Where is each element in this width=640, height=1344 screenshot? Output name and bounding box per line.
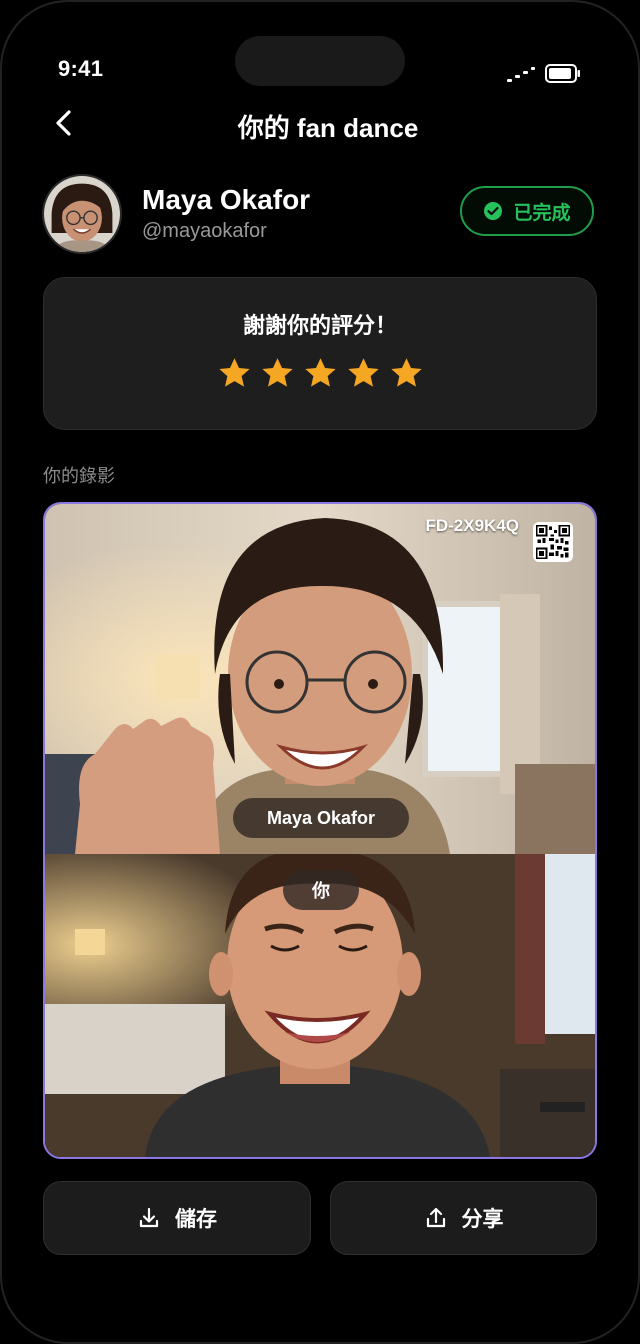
share-button-label: 分享: [461, 1208, 504, 1231]
star-icon[interactable]: [217, 356, 252, 391]
nav-bar: 你的 fan dance: [0, 96, 640, 156]
battery-icon: [545, 64, 580, 83]
participant-label-you: 你: [283, 870, 359, 910]
status-bar: 9:41: [0, 0, 640, 100]
download-icon: [139, 1207, 159, 1228]
star-icon[interactable]: [389, 356, 424, 391]
page-title: 你的 fan dance: [237, 113, 419, 143]
check-circle-icon: [484, 202, 503, 220]
profile-header: Maya Okafor @mayaokafor 已完成: [42, 172, 602, 256]
profile-handle: @mayaokafor: [142, 220, 267, 242]
status-badge: 已完成: [460, 186, 594, 236]
star-icon[interactable]: [303, 356, 338, 391]
participant-label-maya: Maya Okafor: [233, 798, 409, 838]
save-button-label: 儲存: [175, 1208, 217, 1231]
profile-name: Maya Okafor: [142, 184, 311, 215]
share-icon: [426, 1207, 445, 1228]
section-label: 你的錄影: [43, 466, 115, 486]
status-badge-label: 已完成: [513, 202, 571, 224]
rating-card: 謝謝你的評分！: [43, 277, 597, 430]
star-rating[interactable]: [44, 356, 596, 391]
star-icon[interactable]: [346, 356, 381, 391]
status-time: 9:41: [58, 56, 104, 81]
qr-code-icon[interactable]: [533, 522, 573, 562]
star-icon[interactable]: [260, 356, 295, 391]
signal-icon: [507, 67, 535, 82]
save-button[interactable]: 儲存: [43, 1181, 311, 1255]
video-pane-maya: FD-2X9K4Q Maya Okafor: [45, 504, 595, 854]
video-pane-you: 你: [45, 854, 595, 1157]
avatar[interactable]: [42, 174, 122, 254]
recording-code: FD-2X9K4Q: [425, 516, 519, 535]
phone-screen: 9:41 你的 fan dance Maya Okafor @mayaokafo…: [0, 0, 640, 1344]
rating-message: 謝謝你的評分！: [242, 313, 397, 338]
share-button[interactable]: 分享: [330, 1181, 597, 1255]
recording-video[interactable]: FD-2X9K4Q Maya Okafor 你: [43, 502, 597, 1159]
dynamic-island: [235, 36, 405, 86]
